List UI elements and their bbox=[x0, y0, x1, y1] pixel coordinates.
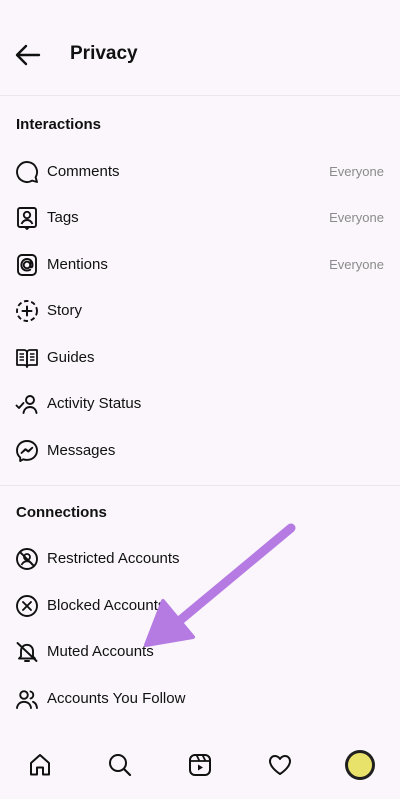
menu-item-label: Restricted Accounts bbox=[47, 550, 180, 567]
messenger-icon bbox=[15, 439, 39, 463]
avatar bbox=[345, 750, 375, 780]
menu-item-label: Guides bbox=[47, 349, 95, 366]
menu-item-restricted-accounts[interactable]: Restricted Accounts bbox=[0, 537, 400, 581]
menu-item-value: Everyone bbox=[329, 164, 384, 179]
avatar-image bbox=[348, 753, 372, 777]
menu-item-tags[interactable]: Tags Everyone bbox=[0, 196, 400, 240]
menu-item-label: Activity Status bbox=[47, 395, 142, 412]
menu-item-muted-accounts[interactable]: Muted Accounts bbox=[0, 630, 400, 674]
search-icon[interactable] bbox=[100, 745, 140, 785]
muted-bell-icon bbox=[15, 640, 39, 664]
story-add-icon bbox=[15, 299, 39, 323]
menu-item-value: Everyone bbox=[329, 210, 384, 225]
back-arrow-icon[interactable] bbox=[13, 40, 43, 70]
reels-icon[interactable] bbox=[180, 745, 220, 785]
menu-item-comments[interactable]: Comments Everyone bbox=[0, 150, 400, 194]
menu-item-label: Muted Accounts bbox=[47, 643, 154, 660]
header: Privacy bbox=[0, 0, 400, 96]
menu-item-label: Blocked Accounts bbox=[47, 597, 166, 614]
menu-item-label: Accounts You Follow bbox=[47, 690, 186, 707]
section-title-connections: Connections bbox=[16, 504, 107, 521]
restricted-icon bbox=[15, 547, 39, 571]
activity-status-icon bbox=[15, 392, 39, 416]
menu-item-messages[interactable]: Messages bbox=[0, 429, 400, 473]
blocked-icon bbox=[15, 594, 39, 618]
profile-avatar[interactable] bbox=[340, 745, 380, 785]
menu-item-label: Comments bbox=[47, 163, 120, 180]
home-icon[interactable] bbox=[20, 745, 60, 785]
activity-heart-icon[interactable] bbox=[260, 745, 300, 785]
page-title: Privacy bbox=[70, 43, 138, 64]
menu-item-guides[interactable]: Guides bbox=[0, 336, 400, 380]
menu-item-label: Messages bbox=[47, 442, 116, 459]
bottom-nav bbox=[0, 735, 400, 799]
section-title-interactions: Interactions bbox=[16, 116, 102, 133]
following-icon bbox=[15, 687, 39, 711]
menu-item-label: Story bbox=[47, 302, 83, 319]
menu-item-story[interactable]: Story bbox=[0, 289, 400, 333]
menu-item-activity-status[interactable]: Activity Status bbox=[0, 382, 400, 426]
menu-item-blocked-accounts[interactable]: Blocked Accounts bbox=[0, 584, 400, 628]
comment-icon bbox=[15, 160, 39, 184]
section-divider bbox=[0, 485, 400, 486]
at-sign-icon bbox=[15, 253, 39, 277]
tag-person-icon bbox=[15, 206, 39, 230]
menu-item-value: Everyone bbox=[329, 257, 384, 272]
menu-item-accounts-you-follow[interactable]: Accounts You Follow bbox=[0, 677, 400, 721]
menu-item-label: Mentions bbox=[47, 256, 108, 273]
guides-book-icon bbox=[15, 346, 39, 370]
menu-item-mentions[interactable]: Mentions Everyone bbox=[0, 243, 400, 287]
header-divider bbox=[0, 95, 400, 96]
menu-item-label: Tags bbox=[47, 209, 79, 226]
